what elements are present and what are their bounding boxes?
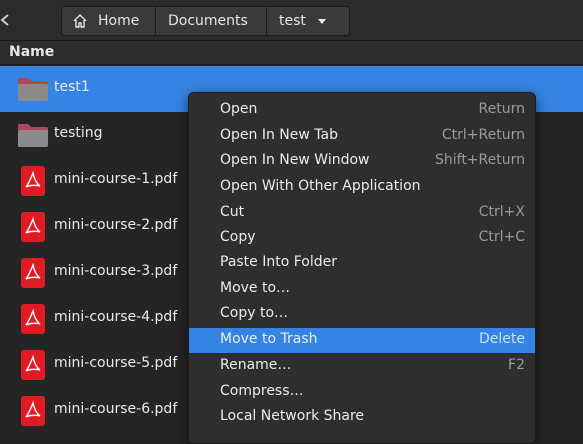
menu-item-label: Open In New Window [220, 152, 370, 168]
menu-item-label: Open With Other Application [220, 178, 421, 194]
menu-item-move-to-trash[interactable]: Move to Trash Delete [189, 328, 535, 353]
column-header-name[interactable]: Name [0, 40, 583, 65]
menu-item-shortcut: Ctrl+Return [441, 127, 525, 143]
menu-item-shortcut: Delete [479, 331, 525, 347]
path-bar: Home Documents test [0, 0, 583, 40]
menu-item-label: Copy [220, 229, 256, 245]
breadcrumb-home-label: Home [98, 13, 140, 29]
menu-item-move-to[interactable]: Move to… [189, 277, 535, 302]
column-header-label: Name [9, 44, 55, 60]
breadcrumb-home[interactable]: Home [62, 7, 156, 35]
menu-item-open-new-window[interactable]: Open In New Window Shift+Return [189, 149, 535, 174]
menu-item-label: Paste Into Folder [220, 254, 338, 270]
menu-item-rename[interactable]: Rename… F2 [189, 354, 535, 379]
menu-item-shortcut: Shift+Return [434, 152, 525, 168]
file-name: mini-course-1.pdf [54, 171, 178, 187]
pdf-file-icon [21, 304, 45, 334]
file-name: testing [54, 125, 103, 141]
pdf-file-icon [21, 350, 45, 380]
folder-icon [18, 124, 48, 147]
chevron-down-icon[interactable] [317, 18, 326, 24]
menu-item-label: Cut [220, 204, 245, 220]
menu-item-copy-to[interactable]: Copy to… [189, 302, 535, 327]
back-arrow-icon[interactable] [0, 14, 10, 26]
breadcrumb-documents[interactable]: Documents [156, 7, 267, 35]
menu-item-label: Move to Trash [220, 331, 318, 347]
file-name: mini-course-2.pdf [54, 217, 178, 233]
menu-item-label: Copy to… [220, 305, 289, 321]
menu-item-paste-into-folder[interactable]: Paste Into Folder [189, 251, 535, 276]
menu-item-shortcut: F2 [508, 357, 525, 373]
menu-item-compress[interactable]: Compress… [189, 380, 535, 405]
menu-item-shortcut: Return [478, 101, 525, 117]
menu-item-shortcut: Ctrl+C [478, 229, 525, 245]
menu-item-label: Compress… [220, 383, 304, 399]
folder-icon [18, 78, 48, 101]
menu-item-label: Rename… [220, 357, 292, 373]
file-name: mini-course-5.pdf [54, 355, 178, 371]
breadcrumb-documents-label: Documents [168, 13, 248, 29]
pdf-file-icon [21, 258, 45, 288]
breadcrumb: Home Documents test [61, 6, 350, 36]
home-icon [73, 14, 87, 28]
pdf-file-icon [21, 396, 45, 426]
file-name: mini-course-3.pdf [54, 263, 178, 279]
menu-item-copy[interactable]: Copy Ctrl+C [189, 226, 535, 251]
menu-item-label: Move to… [220, 280, 291, 296]
menu-item-open-with[interactable]: Open With Other Application [189, 175, 535, 200]
menu-item-cut[interactable]: Cut Ctrl+X [189, 201, 535, 226]
file-name: mini-course-6.pdf [54, 401, 178, 417]
breadcrumb-current[interactable]: test [267, 7, 349, 35]
file-name: test1 [54, 79, 90, 95]
menu-item-shortcut: Ctrl+X [478, 204, 525, 220]
menu-item-open-new-tab[interactable]: Open In New Tab Ctrl+Return [189, 124, 535, 149]
file-name: mini-course-4.pdf [54, 309, 178, 325]
menu-item-local-network-share[interactable]: Local Network Share [189, 405, 535, 430]
pdf-file-icon [21, 212, 45, 242]
pdf-file-icon [21, 166, 45, 196]
menu-item-label: Local Network Share [220, 408, 365, 424]
menu-item-open[interactable]: Open Return [189, 98, 535, 123]
menu-item-label: Open In New Tab [220, 127, 338, 143]
menu-item-label: Open [220, 101, 258, 117]
context-menu: Open Return Open In New Tab Ctrl+Return … [188, 92, 536, 444]
breadcrumb-current-label: test [279, 13, 306, 29]
